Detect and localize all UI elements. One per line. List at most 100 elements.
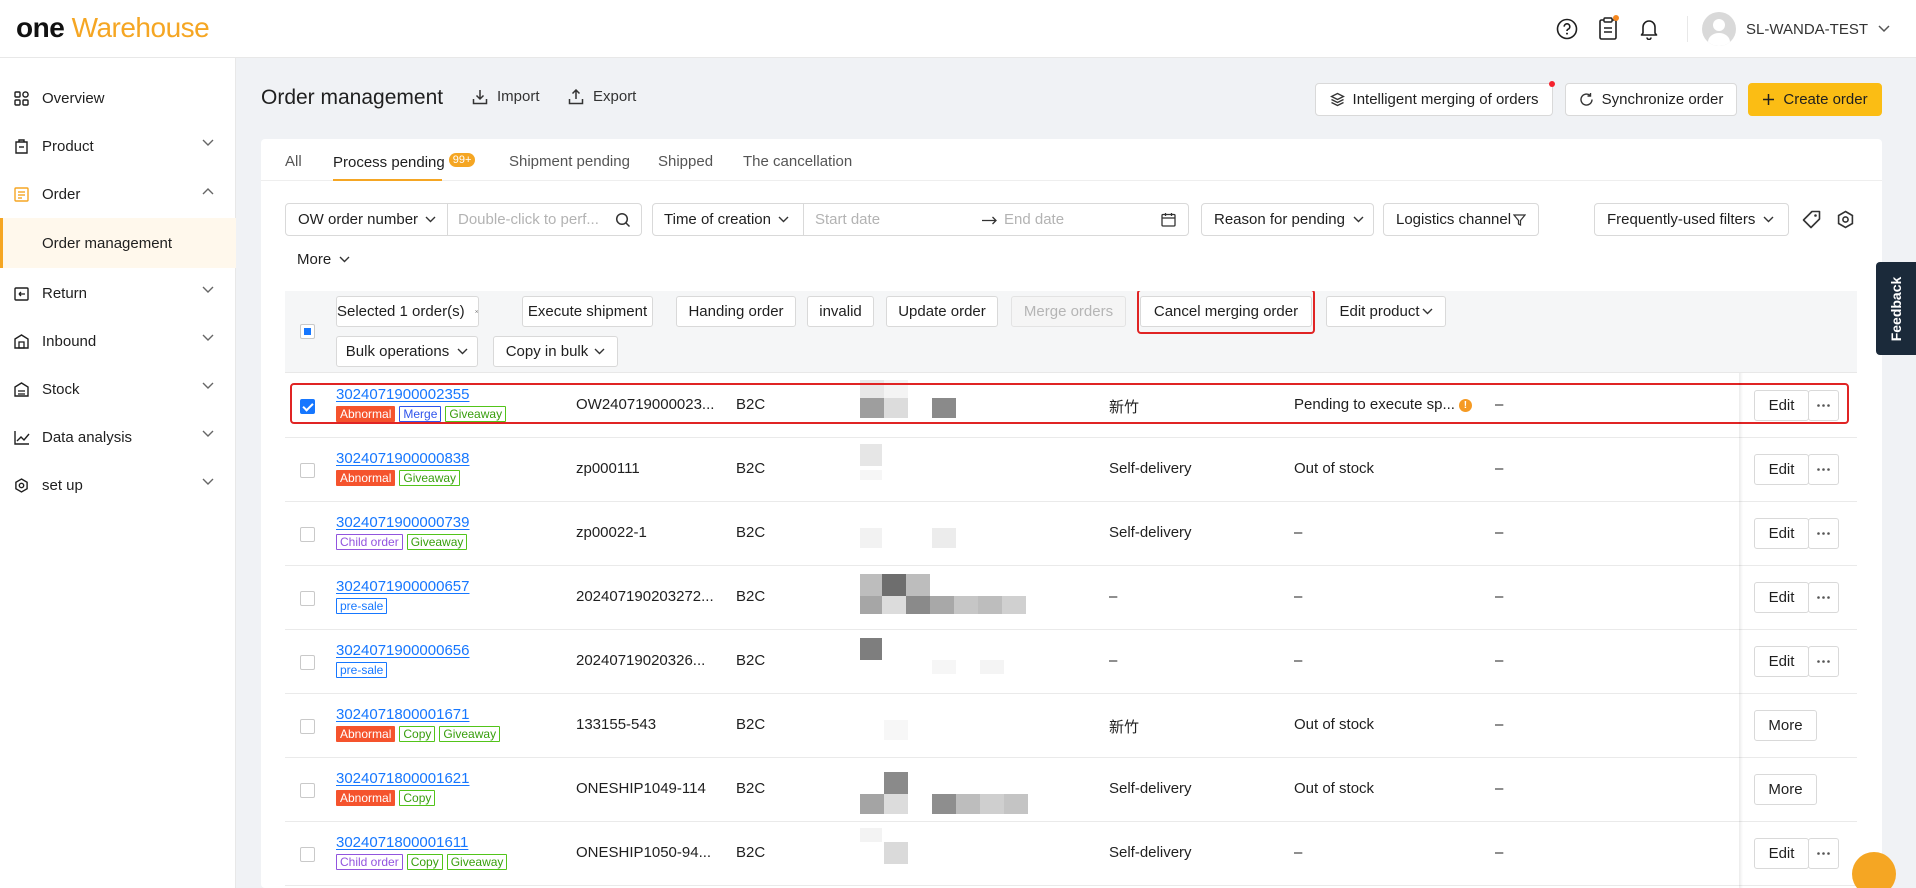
tab-cancellation[interactable]: The cancellation xyxy=(743,153,852,170)
help-icon[interactable] xyxy=(1554,16,1580,42)
update-order-button[interactable]: Update order xyxy=(886,296,998,327)
edit-product-dropdown[interactable]: Edit product xyxy=(1326,296,1446,327)
table-row[interactable]: 3024071800001621 Abnormal Copy ONESHIP1049-… xyxy=(285,758,1857,822)
product-thumbnail xyxy=(884,772,908,794)
search-icon[interactable] xyxy=(615,212,631,228)
reference-number: zp00022-1 xyxy=(576,524,647,541)
chevron-down-icon xyxy=(339,256,350,263)
row-checkbox[interactable] xyxy=(300,591,315,606)
row-checkbox[interactable] xyxy=(300,783,315,798)
edit-button[interactable]: Edit xyxy=(1754,838,1809,869)
order-number-link[interactable]: 3024071800001611 xyxy=(336,834,468,851)
select-all-checkbox[interactable] xyxy=(300,324,315,339)
pending-status: Out of stock xyxy=(1294,780,1375,797)
sidebar-item-order[interactable]: Order xyxy=(0,170,236,218)
avatar[interactable] xyxy=(1702,12,1737,46)
product-thumbnail xyxy=(860,638,882,660)
import-button[interactable]: Import xyxy=(472,88,540,105)
tag-abnormal: Abnormal xyxy=(336,790,396,806)
sidebar-item-product[interactable]: Product xyxy=(0,122,236,170)
more-button[interactable]: More xyxy=(1754,710,1817,741)
table-row[interactable]: 3024071900000656 pre-sale 20240719020326..… xyxy=(285,630,1857,694)
date-range-picker[interactable]: Start date End date xyxy=(803,203,1189,236)
product-icon xyxy=(14,138,30,154)
task-list-icon[interactable] xyxy=(1595,15,1621,42)
row-checkbox[interactable] xyxy=(300,719,315,734)
table-row[interactable]: 3024071800001611 Child order Copy Giveaway O… xyxy=(285,822,1857,886)
order-number-link[interactable]: 3024071900000739 xyxy=(336,514,469,531)
order-number-link[interactable]: 3024071900000838 xyxy=(336,450,469,467)
sidebar-item-inbound[interactable]: Inbound xyxy=(0,317,236,365)
more-actions-icon[interactable] xyxy=(1808,454,1839,485)
page-scrollbar[interactable] xyxy=(1908,58,1916,888)
remark: – xyxy=(1495,716,1504,733)
handing-order-button[interactable]: Handing order xyxy=(676,296,796,327)
table-row[interactable]: 3024071900002355 Abnormal Merge Giveaway OW2… xyxy=(285,374,1857,438)
order-number-link[interactable]: 3024071900000656 xyxy=(336,642,469,659)
order-number-link[interactable]: 3024071800001621 xyxy=(336,770,469,787)
tag-child: Child order xyxy=(336,854,403,870)
more-actions-icon[interactable] xyxy=(1808,646,1839,677)
time-of-creation-label: Time of creation xyxy=(664,211,771,228)
bulk-operations-dropdown[interactable]: Bulk operations xyxy=(336,336,478,367)
edit-button[interactable]: Edit xyxy=(1754,454,1809,485)
bell-icon[interactable] xyxy=(1636,16,1662,42)
table-row[interactable]: 3024071900000838 Abnormal Giveaway zp000111… xyxy=(285,438,1857,502)
tab-shipped[interactable]: Shipped xyxy=(658,153,713,170)
more-button[interactable]: More xyxy=(1754,774,1817,805)
start-date-placeholder[interactable]: Start date xyxy=(815,211,880,228)
more-actions-icon[interactable] xyxy=(1808,582,1839,613)
logistics-channel-filter[interactable]: Logistics channel xyxy=(1383,203,1539,236)
chevron-down-icon[interactable] xyxy=(1878,25,1890,33)
table-row[interactable]: 3024071800001671 Abnormal Copy Giveaway 1331… xyxy=(285,694,1857,758)
order-number-link[interactable]: 3024071900000657 xyxy=(336,578,469,595)
sidebar-item-stock[interactable]: Stock xyxy=(0,365,236,413)
chevron-down-icon xyxy=(1763,216,1774,223)
edit-button[interactable]: Edit xyxy=(1754,582,1809,613)
row-checkbox[interactable] xyxy=(300,655,315,670)
sidebar-item-data-analysis[interactable]: Data analysis xyxy=(0,413,236,461)
tab-shipment-pending[interactable]: Shipment pending xyxy=(509,153,630,170)
sidebar-item-return[interactable]: Return xyxy=(0,269,236,317)
create-order-button[interactable]: Create order xyxy=(1748,83,1882,116)
tab-all[interactable]: All xyxy=(285,153,302,170)
close-icon[interactable] xyxy=(474,306,478,317)
edit-button[interactable]: Edit xyxy=(1754,646,1809,677)
copy-in-bulk-dropdown[interactable]: Copy in bulk xyxy=(493,336,618,367)
end-date-placeholder[interactable]: End date xyxy=(1004,211,1064,228)
row-checkbox[interactable] xyxy=(300,527,315,542)
search-input[interactable]: Double-click to perf... xyxy=(447,203,642,236)
table-row[interactable]: 3024071900000657 pre-sale 202407190203272.… xyxy=(285,566,1857,630)
more-actions-icon[interactable] xyxy=(1808,838,1839,869)
order-type: B2C xyxy=(736,588,766,605)
execute-shipment-button[interactable]: Execute shipment xyxy=(522,296,653,327)
synchronize-order-button[interactable]: Synchronize order xyxy=(1565,83,1737,116)
settings-icon[interactable] xyxy=(1831,205,1859,233)
feedback-tab[interactable]: Feedback xyxy=(1876,262,1916,355)
sidebar-item-label: Overview xyxy=(42,89,105,107)
table-row[interactable]: 3024071900000739 Child order Giveaway zp000… xyxy=(285,502,1857,566)
time-of-creation-select[interactable]: Time of creation xyxy=(652,203,804,236)
intelligent-merging-button[interactable]: Intelligent merging of orders xyxy=(1315,81,1555,116)
row-checkbox[interactable] xyxy=(300,463,315,478)
row-checkbox[interactable] xyxy=(300,847,315,862)
username[interactable]: SL-WANDA-TEST xyxy=(1746,21,1868,38)
merge-orders-button[interactable]: Merge orders xyxy=(1011,296,1126,327)
sidebar-item-label: Stock xyxy=(42,380,80,398)
sidebar-item-overview[interactable]: Overview xyxy=(0,74,236,122)
tab-process-pending[interactable]: Process pending 99+ xyxy=(333,153,476,171)
more-filters-button[interactable]: More xyxy=(285,243,355,276)
frequently-used-filters-select[interactable]: Frequently-used filters xyxy=(1594,203,1789,236)
chat-support-icon[interactable] xyxy=(1852,852,1896,888)
order-number-link[interactable]: 3024071800001671 xyxy=(336,706,469,723)
tag-icon[interactable] xyxy=(1797,205,1825,233)
app-logo[interactable]: one Warehouse xyxy=(16,12,210,44)
more-actions-icon[interactable] xyxy=(1808,518,1839,549)
export-button[interactable]: Export xyxy=(568,88,636,105)
invalid-button[interactable]: invalid xyxy=(807,296,874,327)
ow-order-number-select[interactable]: OW order number xyxy=(285,203,448,236)
sidebar-item-setup[interactable]: set up xyxy=(0,461,236,509)
edit-button[interactable]: Edit xyxy=(1754,518,1809,549)
sidebar-subitem-order-management[interactable]: Order management xyxy=(0,218,236,268)
reason-for-pending-select[interactable]: Reason for pending xyxy=(1201,203,1374,236)
